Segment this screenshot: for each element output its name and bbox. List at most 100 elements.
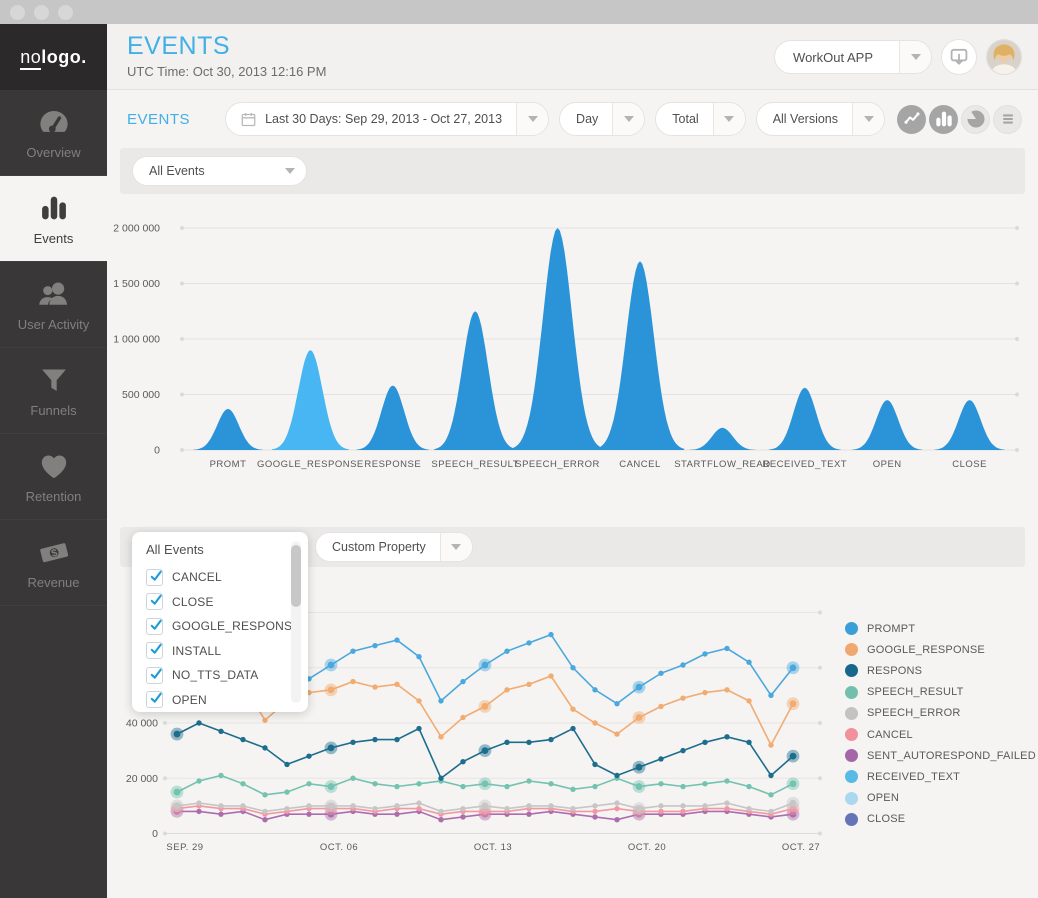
area-peak-close[interactable] <box>934 400 1004 450</box>
window-button-icon[interactable] <box>58 5 73 20</box>
data-point-icon[interactable] <box>746 698 751 703</box>
data-point-icon[interactable] <box>636 684 643 691</box>
data-point-icon[interactable] <box>702 740 707 745</box>
data-point-icon[interactable] <box>680 695 685 700</box>
legend-item-received_text[interactable]: RECEIVED_TEXT <box>845 766 1036 787</box>
sidebar-item-funnels[interactable]: Funnels <box>0 348 107 434</box>
data-point-icon[interactable] <box>658 809 663 814</box>
data-point-icon[interactable] <box>724 734 729 739</box>
data-point-icon[interactable] <box>658 704 663 709</box>
checkbox-checked-icon[interactable] <box>146 593 163 610</box>
data-point-icon[interactable] <box>482 703 489 710</box>
data-point-icon[interactable] <box>680 748 685 753</box>
data-point-icon[interactable] <box>504 784 509 789</box>
checkbox-checked-icon[interactable] <box>146 618 163 635</box>
select-date-range[interactable]: Last 30 Days: Sep 29, 2013 - Oct 27, 201… <box>225 102 549 136</box>
data-point-icon[interactable] <box>680 662 685 667</box>
data-point-icon[interactable] <box>768 693 773 698</box>
data-point-icon[interactable] <box>636 783 643 790</box>
checkbox-checked-icon[interactable] <box>146 569 163 586</box>
data-point-icon[interactable] <box>702 651 707 656</box>
data-point-icon[interactable] <box>438 734 443 739</box>
data-point-icon[interactable] <box>460 784 465 789</box>
data-point-icon[interactable] <box>174 789 181 796</box>
custom-property-select[interactable]: Custom Property <box>315 532 473 562</box>
data-point-icon[interactable] <box>262 718 267 723</box>
data-point-icon[interactable] <box>372 806 377 811</box>
data-point-icon[interactable] <box>284 762 289 767</box>
data-point-icon[interactable] <box>482 662 489 669</box>
sidebar-item-events[interactable]: Events <box>0 176 107 262</box>
data-point-icon[interactable] <box>658 756 663 761</box>
data-point-icon[interactable] <box>702 690 707 695</box>
data-point-icon[interactable] <box>548 737 553 742</box>
data-point-icon[interactable] <box>636 805 643 812</box>
area-peak-received_text[interactable] <box>769 388 841 450</box>
sidebar-item-user-activity[interactable]: User Activity <box>0 262 107 348</box>
data-point-icon[interactable] <box>460 814 465 819</box>
chevron-down-icon[interactable] <box>713 103 745 135</box>
event-option-open[interactable]: OPEN <box>146 688 308 713</box>
data-point-icon[interactable] <box>460 806 465 811</box>
area-peak-startflow_read[interactable] <box>689 428 756 450</box>
data-point-icon[interactable] <box>394 784 399 789</box>
legend-item-speech_result[interactable]: SPEECH_RESULT <box>845 682 1036 703</box>
data-point-icon[interactable] <box>724 800 729 805</box>
data-point-icon[interactable] <box>592 784 597 789</box>
data-point-icon[interactable] <box>548 803 553 808</box>
data-point-icon[interactable] <box>526 640 531 645</box>
data-point-icon[interactable] <box>262 809 267 814</box>
area-peak-open[interactable] <box>852 400 922 450</box>
chevron-down-icon[interactable] <box>516 103 548 135</box>
data-point-icon[interactable] <box>438 698 443 703</box>
bar-view-button[interactable] <box>929 105 958 134</box>
data-point-icon[interactable] <box>372 684 377 689</box>
data-point-icon[interactable] <box>614 806 619 811</box>
data-point-icon[interactable] <box>658 781 663 786</box>
data-point-icon[interactable] <box>526 682 531 687</box>
data-point-icon[interactable] <box>218 803 223 808</box>
checkbox-checked-icon[interactable] <box>146 642 163 659</box>
data-point-icon[interactable] <box>482 780 489 787</box>
window-button-icon[interactable] <box>10 5 25 20</box>
scrollbar-thumb[interactable] <box>291 545 301 607</box>
data-point-icon[interactable] <box>570 706 575 711</box>
line-view-button[interactable] <box>897 105 926 134</box>
data-point-icon[interactable] <box>768 742 773 747</box>
select-metric[interactable]: Total <box>655 102 745 136</box>
data-point-icon[interactable] <box>394 803 399 808</box>
event-option-no_tts_data[interactable]: NO_TTS_DATA <box>146 663 308 688</box>
data-point-icon[interactable] <box>328 662 335 669</box>
data-point-icon[interactable] <box>394 682 399 687</box>
data-point-icon[interactable] <box>394 737 399 742</box>
data-point-icon[interactable] <box>570 665 575 670</box>
event-option-install[interactable]: INSTALL <box>146 639 308 664</box>
data-point-icon[interactable] <box>790 800 797 807</box>
data-point-icon[interactable] <box>570 726 575 731</box>
select-versions[interactable]: All Versions <box>756 102 885 136</box>
data-point-icon[interactable] <box>350 740 355 745</box>
app-selector[interactable]: WorkOut APP <box>774 40 932 74</box>
data-point-icon[interactable] <box>328 783 335 790</box>
event-option-cancel[interactable]: CANCEL <box>146 565 308 590</box>
data-point-icon[interactable] <box>790 780 797 787</box>
data-point-icon[interactable] <box>790 700 797 707</box>
data-point-icon[interactable] <box>416 806 421 811</box>
data-point-icon[interactable] <box>548 632 553 637</box>
data-point-icon[interactable] <box>504 806 509 811</box>
data-point-icon[interactable] <box>504 648 509 653</box>
data-point-icon[interactable] <box>636 764 643 771</box>
data-point-icon[interactable] <box>284 806 289 811</box>
data-point-icon[interactable] <box>328 686 335 693</box>
app-logo[interactable]: nologo. <box>0 24 107 90</box>
data-point-icon[interactable] <box>592 687 597 692</box>
data-point-icon[interactable] <box>306 781 311 786</box>
chevron-down-icon[interactable] <box>852 103 884 135</box>
data-point-icon[interactable] <box>702 803 707 808</box>
sidebar-item-overview[interactable]: Overview <box>0 90 107 176</box>
data-point-icon[interactable] <box>548 781 553 786</box>
data-point-icon[interactable] <box>658 803 663 808</box>
events-select[interactable]: All Events <box>132 156 307 186</box>
data-point-icon[interactable] <box>240 737 245 742</box>
data-point-icon[interactable] <box>746 784 751 789</box>
